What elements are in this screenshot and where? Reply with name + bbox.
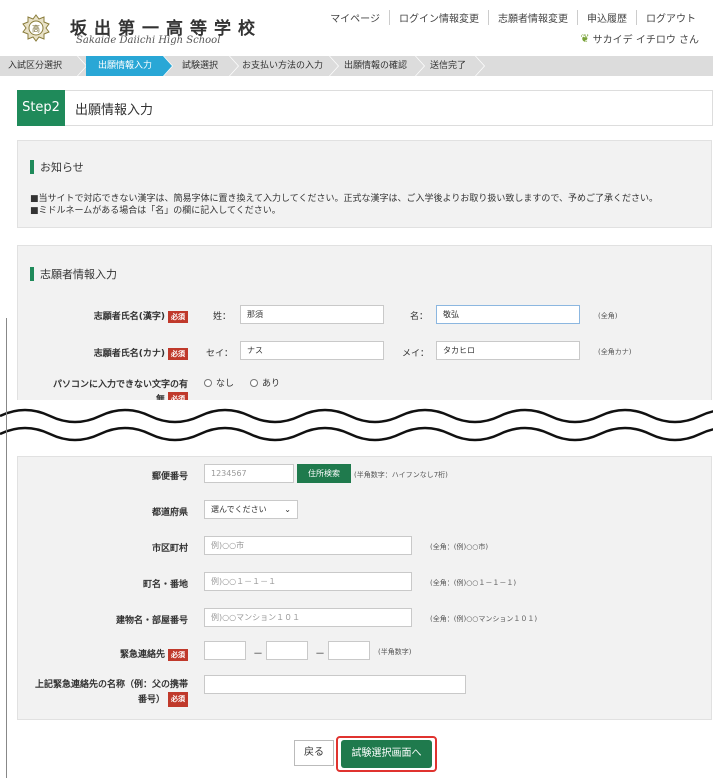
- emergency-phone-2[interactable]: [266, 641, 308, 660]
- step-header: Step2 出願情報入力: [17, 90, 713, 126]
- nav-mypage[interactable]: マイページ: [321, 10, 390, 25]
- name-kana-hint: (全角カナ): [598, 348, 632, 356]
- nav-login-info-change[interactable]: ログイン情報変更: [390, 10, 489, 25]
- breadcrumb-step-4: お支払い方法の入力: [242, 61, 324, 71]
- emergency-name-input[interactable]: [204, 675, 466, 694]
- breadcrumb-step-6: 送信完了: [430, 61, 467, 71]
- building-hint: (全角：(例)○○マンション１０１): [430, 615, 538, 623]
- sei-kana-label: セイ：: [206, 349, 234, 359]
- notice-title-text: お知らせ: [40, 161, 84, 174]
- breadcrumb-step-3: 試験選択: [182, 61, 219, 71]
- radio-none[interactable]: なし: [204, 376, 234, 389]
- address-search-button[interactable]: 住所検索: [297, 464, 351, 483]
- applicant-form-title: 志願者情報入力: [30, 266, 117, 282]
- nav-applicant-info-change[interactable]: 志願者情報変更: [489, 10, 578, 25]
- sei-kanji-input[interactable]: 那須: [240, 305, 384, 324]
- page-break-wave: [0, 400, 713, 456]
- phone-dash: －: [253, 649, 263, 660]
- phone-dash: －: [315, 649, 325, 660]
- street-input[interactable]: 例)○○１－１－１: [204, 572, 412, 591]
- required-badge: 必須: [168, 347, 188, 360]
- notice-line-1: ■当サイトで対応できない漢字は、簡易字体に置き換えて入力してください。正式な漢字…: [30, 194, 658, 204]
- radio-circle-icon: [250, 378, 258, 387]
- postal-label: 郵便番号: [151, 472, 188, 482]
- section-marker: [30, 160, 34, 174]
- prefecture-label: 都道府県: [151, 508, 188, 518]
- user-info: ❦ サカイデ イチロウ さん: [580, 31, 699, 46]
- step-badge: Step2: [17, 90, 65, 126]
- section-marker: [30, 267, 34, 281]
- emergency-phone-1[interactable]: [204, 641, 246, 660]
- postal-input[interactable]: 1234567: [204, 464, 294, 483]
- sei-label: 姓：: [213, 312, 232, 322]
- required-badge: 必須: [168, 648, 188, 661]
- radio-circle-icon: [204, 378, 212, 387]
- notice-title: お知らせ: [30, 159, 84, 175]
- mei-kana-input[interactable]: タカヒロ: [436, 341, 580, 360]
- next-to-exam-selection-button[interactable]: 試験選択画面へ: [341, 740, 432, 768]
- notice-panel: お知らせ ■当サイトで対応できない漢字は、簡易字体に置き換えて入力してください。…: [17, 140, 712, 228]
- street-hint: (全角：(例)○○１－１－１): [430, 579, 517, 587]
- breadcrumb-step-1: 入試区分選択: [8, 61, 63, 71]
- school-name-roman: Sakaide Daiichi High School: [76, 35, 221, 46]
- nav-logout[interactable]: ログアウト: [637, 10, 705, 25]
- applicant-form-panel-top: 志願者情報入力 志願者氏名(漢字) 必須 姓： 那須 名： 敬弘 (全角) 志願者…: [17, 245, 712, 410]
- leaf-icon: ❦: [580, 32, 590, 45]
- name-kanji-label: 志願者氏名(漢字) 必須: [58, 309, 188, 323]
- breadcrumb-step-2: 出願情報入力: [86, 56, 164, 76]
- building-input[interactable]: 例)○○マンション１０１: [204, 608, 412, 627]
- top-nav: マイページ ログイン情報変更 志願者情報変更 申込履歴 ログアウト: [321, 10, 705, 25]
- prefecture-select[interactable]: 選んでください ⌄: [204, 500, 298, 519]
- mei-kana-label: メイ：: [402, 349, 430, 359]
- sei-kana-input[interactable]: ナス: [240, 341, 384, 360]
- svg-text:高: 高: [32, 24, 40, 34]
- page-title: 出願情報入力: [75, 102, 154, 118]
- building-label: 建物名・部屋番号: [115, 616, 188, 626]
- left-edge-line: [6, 318, 7, 778]
- breadcrumb-step-5: 出願情報の確認: [344, 61, 408, 71]
- applicant-form-title-text: 志願者情報入力: [40, 268, 117, 281]
- emergency-label: 緊急連絡先 必須: [58, 647, 188, 661]
- user-name: サカイデ イチロウ さん: [592, 35, 699, 46]
- city-hint: (全角：(例)○○市): [430, 543, 489, 551]
- mei-label: 名：: [410, 312, 429, 322]
- progress-breadcrumb: 入試区分選択 出願情報入力 試験選択 お支払い方法の入力 出願情報の確認 送信完…: [0, 55, 713, 77]
- name-kana-label: 志願者氏名(カナ) 必須: [58, 346, 188, 360]
- required-badge: 必須: [168, 310, 188, 323]
- chevron-down-icon: ⌄: [284, 505, 291, 514]
- required-badge: 必須: [168, 692, 188, 707]
- emergency-name-label: 上記緊急連絡先の名称（例：父の携帯 番号） 必須: [34, 680, 188, 707]
- site-header: 高 坂出第一高等学校 Sakaide Daiichi High School マ…: [0, 0, 713, 56]
- radio-yes[interactable]: あり: [250, 376, 280, 389]
- applicant-form-panel-bottom: 郵便番号 1234567 住所検索 (半角数字：ハイフンなし7桁) 都道府県 選…: [17, 456, 712, 720]
- city-label: 市区町村: [151, 544, 188, 554]
- school-crest-icon: 高: [22, 14, 50, 42]
- nav-application-history[interactable]: 申込履歴: [578, 10, 637, 25]
- mei-kanji-input[interactable]: 敬弘: [436, 305, 580, 324]
- emergency-phone-3[interactable]: [328, 641, 370, 660]
- city-input[interactable]: 例)○○市: [204, 536, 412, 555]
- back-button[interactable]: 戻る: [294, 740, 334, 766]
- notice-line-2: ■ミドルネームがある場合は「名」の欄に記入してください。: [30, 206, 281, 216]
- emergency-hint: (半角数字): [378, 648, 412, 656]
- street-label: 町名・番地: [142, 580, 188, 590]
- name-kanji-hint: (全角): [598, 312, 618, 320]
- postal-hint: (半角数字：ハイフンなし7桁): [354, 471, 448, 479]
